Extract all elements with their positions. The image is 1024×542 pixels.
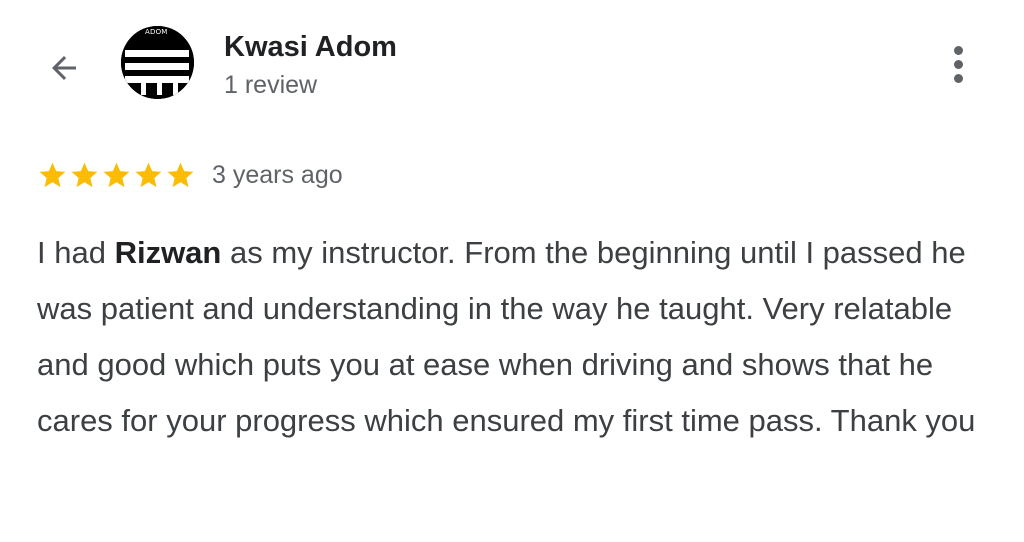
star-icon	[71, 162, 98, 187]
avatar-logo-icon	[121, 26, 194, 99]
star-icon	[135, 162, 162, 187]
star-rating	[37, 160, 196, 191]
more-vertical-icon	[953, 45, 963, 55]
reviewer-name[interactable]: Kwasi Adom	[224, 30, 397, 64]
avatar-logo-text: ADOM	[145, 28, 168, 36]
more-vertical-icon-dot	[953, 59, 963, 69]
rating-row: 3 years ago	[37, 158, 343, 192]
arrow-back-icon	[52, 56, 76, 80]
review-time: 3 years ago	[212, 160, 343, 189]
avatar[interactable]: ADOM	[121, 26, 194, 99]
star-icon	[167, 162, 194, 187]
more-options-button[interactable]	[938, 40, 978, 88]
review-count: 1 review	[224, 71, 318, 99]
back-button[interactable]	[40, 44, 88, 92]
review-text: I had Rizwan as my instructor. From the …	[37, 225, 997, 449]
star-icon	[39, 162, 66, 187]
star-icon	[103, 162, 130, 187]
review-text-part: I had	[37, 235, 115, 270]
instructor-name: Rizwan	[114, 235, 222, 270]
more-vertical-icon-dot	[953, 73, 963, 83]
